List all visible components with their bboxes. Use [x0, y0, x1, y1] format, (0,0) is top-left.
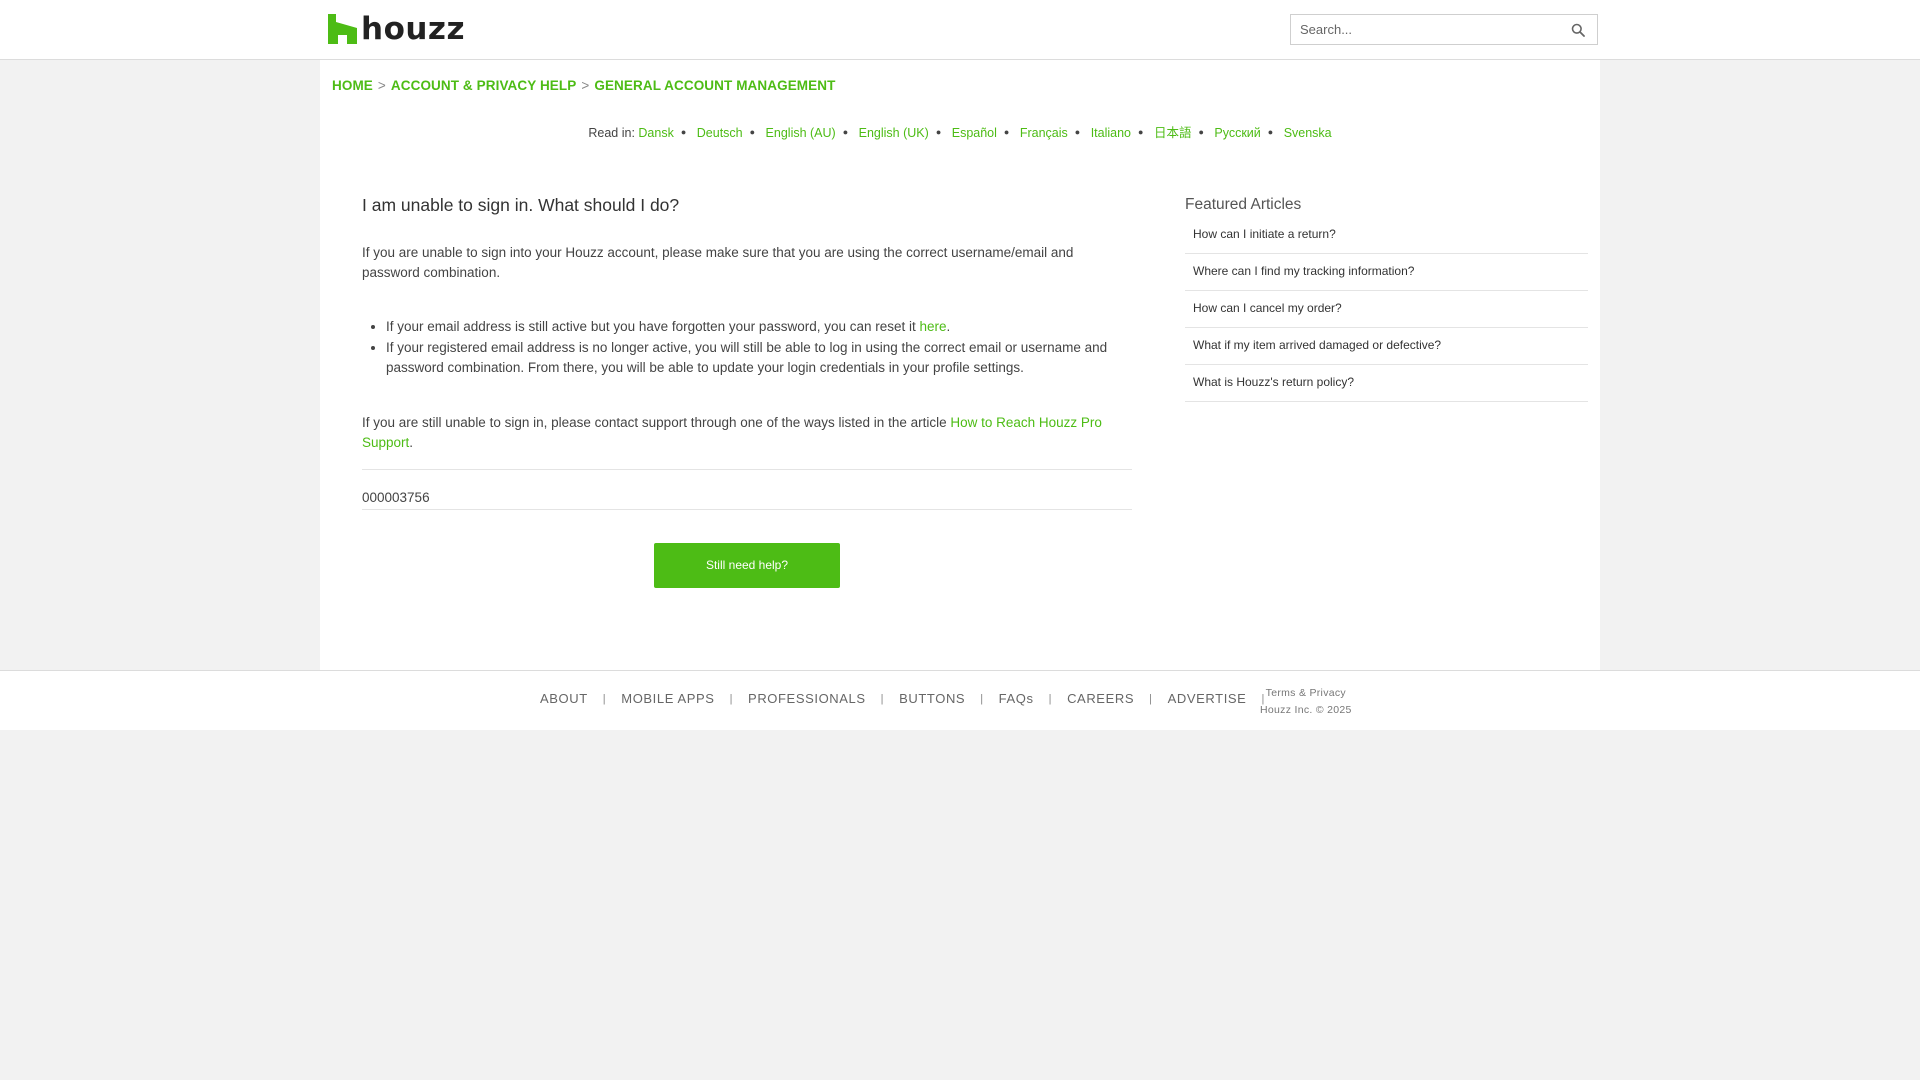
footer-link-mobile-apps[interactable]: MOBILE APPS	[621, 691, 714, 706]
language-link[interactable]: Dansk	[638, 126, 673, 140]
footer-link-careers[interactable]: CAREERS	[1067, 691, 1134, 706]
article-title: I am unable to sign in. What should I do…	[362, 195, 680, 215]
breadcrumb-home[interactable]: HOME	[332, 78, 373, 93]
breadcrumb-account-privacy-help[interactable]: ACCOUNT & PRIVACY HELP	[391, 78, 576, 93]
search-icon	[1571, 23, 1585, 37]
language-link[interactable]: Svenska	[1284, 126, 1332, 140]
search-box	[1290, 14, 1598, 45]
list-item: If your email address is still active bu…	[386, 317, 1132, 338]
breadcrumb-separator: >	[581, 78, 590, 93]
language-link[interactable]: Italiano	[1091, 126, 1131, 140]
footer-link-about[interactable]: ABOUT	[540, 691, 588, 706]
breadcrumb: HOME > ACCOUNT & PRIVACY HELP > GENERAL ACCO…	[332, 78, 835, 93]
houzz-logo[interactable]: houzz	[328, 11, 466, 47]
language-link[interactable]: Español	[952, 126, 997, 140]
footer-link-advertise[interactable]: ADVERTISE	[1168, 691, 1247, 706]
language-link[interactable]: Deutsch	[697, 126, 743, 140]
language-link[interactable]: Français	[1020, 126, 1068, 140]
language-link[interactable]: English (UK)	[859, 126, 929, 140]
article-outro: If you are still unable to sign in, plea…	[362, 414, 1102, 450]
footer-link-buttons[interactable]: BUTTONS	[899, 691, 965, 706]
language-link[interactable]: 日本語	[1154, 126, 1192, 140]
read-in-label: Read in:	[588, 126, 635, 140]
featured-article-link[interactable]: What if my item arrived damaged or defec…	[1185, 328, 1588, 365]
main-content: HOME > ACCOUNT & PRIVACY HELP > GENERAL ACCO…	[320, 60, 1600, 670]
list-item: If your registered email address is no l…	[386, 338, 1132, 379]
language-link[interactable]: Русский	[1214, 126, 1260, 140]
featured-articles-title: Featured Articles	[1185, 196, 1302, 213]
footer-link-faqs[interactable]: FAQs	[999, 691, 1034, 706]
article-bullets: If your email address is still active bu…	[362, 317, 1132, 379]
featured-article-link[interactable]: Where can I find my tracking information…	[1185, 254, 1588, 291]
site-header: houzz	[0, 0, 1920, 60]
language-link[interactable]: English (AU)	[766, 126, 836, 140]
footer-legal: Terms & Privacy Houzz Inc. © 2025	[1260, 685, 1352, 719]
featured-article-link[interactable]: What is Houzz's return policy?	[1185, 365, 1588, 402]
search-button[interactable]	[1559, 15, 1597, 44]
footer-nav: ABOUT | MOBILE APPS | PROFESSIONALS | BUTTO…	[540, 691, 1265, 706]
featured-articles: Featured Articles How can I initiate a r…	[1185, 195, 1588, 402]
featured-article-link[interactable]: How can I cancel my order?	[1185, 291, 1588, 328]
breadcrumb-general-account-management[interactable]: GENERAL ACCOUNT MANAGEMENT	[594, 78, 835, 93]
copyright: Houzz Inc. © 2025	[1260, 704, 1352, 716]
terms-privacy-link[interactable]: Terms & Privacy	[1260, 685, 1352, 702]
article-id: 000003756	[362, 468, 1132, 510]
site-footer: ABOUT | MOBILE APPS | PROFESSIONALS | BUTTO…	[0, 670, 1920, 730]
article: I am unable to sign in. What should I do…	[362, 195, 1132, 588]
article-intro: If you are unable to sign into your Houz…	[362, 245, 1074, 280]
featured-article-link[interactable]: How can I initiate a return?	[1185, 217, 1588, 254]
breadcrumb-separator: >	[377, 78, 386, 93]
search-input[interactable]	[1291, 15, 1559, 44]
reset-password-link[interactable]: here	[920, 319, 947, 334]
logo-text: houzz	[361, 11, 466, 47]
language-selector: Read in: Dansk ● Deutsch ● English (AU) ● E…	[588, 126, 1332, 140]
houzz-house-icon	[328, 14, 357, 44]
footer-link-professionals[interactable]: PROFESSIONALS	[748, 691, 866, 706]
still-need-help-button[interactable]: Still need help?	[654, 542, 840, 588]
